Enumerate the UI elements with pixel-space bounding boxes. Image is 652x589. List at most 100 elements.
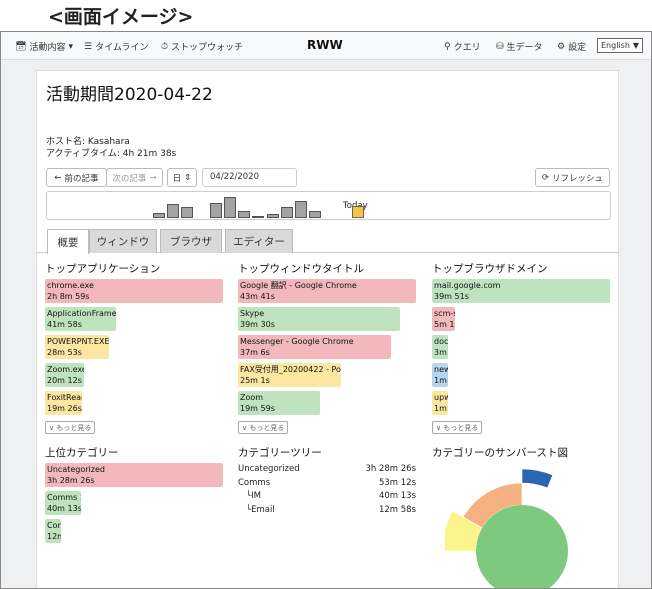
search-icon: ⚲ (444, 41, 451, 52)
tab-overview[interactable]: 概要 (47, 229, 89, 254)
list-item-time: 1m 37s (434, 375, 448, 385)
timeline-bar[interactable] (309, 211, 322, 218)
list-item-name: Google 翻訳 - Google Chrome (240, 281, 357, 290)
list-item-name: Uncategorized (47, 465, 105, 474)
timeline-bar[interactable] (280, 207, 293, 218)
tree-row[interactable]: Uncategorized 3h 28m 26s (238, 464, 416, 474)
sunburst-chart[interactable] (445, 455, 605, 589)
tree-row[interactable]: Comms 53m 12s (238, 478, 416, 488)
timeline-bar[interactable] (181, 207, 194, 218)
nav-timeline[interactable]: ☰ タイムライン (84, 40, 149, 54)
tree-row-name: Comms (238, 477, 271, 488)
list-item[interactable]: Comms > Email12m 58s (45, 519, 61, 543)
nav-stopwatch-label: ストップウォッチ (171, 43, 244, 53)
list-item[interactable]: upwork.com1m 35s (432, 391, 448, 415)
nav-stopwatch[interactable]: ⏱︎ ストップウォッチ (161, 40, 244, 54)
list-item[interactable]: Skype 39m 30s (238, 307, 400, 331)
timeline-bar[interactable] (224, 197, 236, 218)
list-item[interactable]: FAX受付用_20200422 - PowerPoint25m 1s (238, 363, 341, 387)
brand-logo[interactable]: RWW (307, 38, 343, 52)
list-item[interactable]: Uncategorized 3h 28m 26s (45, 463, 223, 487)
timeline-bar[interactable] (209, 203, 222, 218)
list-item[interactable]: FoxitReader.exe19m 26s (45, 391, 82, 415)
list-item-name: Comms > IM (47, 493, 81, 502)
next-button[interactable]: 次の記事 → (106, 168, 163, 187)
more-domains-button[interactable]: ∨ もっと見る (432, 421, 483, 434)
chevron-down-icon: ∨ (436, 424, 442, 432)
tab-editor[interactable]: エディター (225, 229, 293, 253)
browser-frame: 📅︎ 活動内容 ▾ ☰ タイムライン ⏱︎ ストップウォッチ RWW ⚲ クエリ… (0, 31, 652, 589)
list-item-name: POWERPNT.EXE (47, 337, 109, 346)
language-select[interactable]: English ▼ (597, 38, 643, 53)
more-apps-button[interactable]: ∨ もっと見る (45, 421, 96, 434)
section-top-windows: トップウィンドウタイトル (238, 263, 364, 275)
top-nav: 📅︎ 活動内容 ▾ ☰ タイムライン ⏱︎ ストップウォッチ RWW ⚲ クエリ… (1, 32, 651, 60)
nav-query[interactable]: ⚲ クエリ (444, 40, 481, 54)
date-input[interactable]: 04/22/2020 (202, 168, 297, 187)
tab-browser[interactable]: ブラウザ (160, 229, 222, 253)
sort-icon: ⇕ (184, 172, 192, 183)
sunburst-segment-blue[interactable] (521, 468, 554, 489)
nav-timeline-label: タイムライン (95, 43, 149, 53)
timeline-bar[interactable] (266, 214, 279, 218)
list-item-time: 28m 53s (47, 347, 82, 357)
refresh-button-label: リフレッシュ (552, 173, 604, 184)
list-item-name: Comms > Email (47, 521, 61, 530)
nav-activity[interactable]: 📅︎ 活動内容 ▾ (15, 40, 73, 54)
timeline-bar[interactable] (238, 211, 251, 218)
tree-row-time: 3h 28m 26s (365, 464, 416, 474)
list-item-name: FoxitReader.exe (47, 393, 82, 402)
chevron-down-icon: ∨ (242, 424, 248, 432)
more-label: もっと見る (249, 424, 285, 432)
timeline-chart[interactable]: Today (46, 191, 611, 220)
nav-settings[interactable]: ⚙︎ 設定 (557, 40, 587, 54)
more-windows-button[interactable]: ∨ もっと見る (238, 421, 289, 434)
timeline-bar[interactable] (167, 204, 180, 218)
prev-button[interactable]: ← 前の記事 (46, 168, 107, 187)
timeline-bar[interactable] (295, 201, 307, 218)
list-item[interactable]: Google 翻訳 - Google Chrome 43m 41s (238, 279, 416, 303)
list-item-name: Skype (240, 309, 265, 318)
tab-windows[interactable]: ウィンドウ (89, 229, 157, 253)
timeline-bar-today[interactable] (351, 206, 364, 218)
list-item[interactable]: Zoom.exe 20m 12s (45, 363, 84, 387)
list-item[interactable]: Comms > IM40m 13s (45, 491, 81, 515)
list-item[interactable]: Zoom 19m 59s (238, 391, 320, 415)
list-item-name: Zoom (240, 393, 264, 402)
list-item[interactable]: POWERPNT.EXE 28m 53s (45, 335, 109, 359)
section-top-domains: トップブラウザドメイン (432, 263, 548, 275)
tree-row-time: 40m 13s (378, 491, 416, 501)
list-item-name: chrome.exe (47, 281, 94, 290)
list-item[interactable]: scm-stg-admin.blotocol.info5m 19s (432, 307, 455, 331)
list-item-time: 12m 58s (47, 531, 61, 541)
list-item-time: 2h 8m 59s (47, 291, 90, 301)
period-select[interactable]: 日 ⇕ (167, 168, 197, 187)
list-item-name: FAX受付用_20200422 - PowerPoint (240, 365, 341, 374)
refresh-icon: ⟳ (541, 172, 550, 183)
section-category-tree: カテゴリーツリー (238, 447, 322, 459)
nav-raw-data[interactable]: ⛁ 生データ (496, 40, 543, 54)
nav-settings-label: 設定 (568, 43, 587, 53)
list-item[interactable]: ApplicationFrameHost.exe41m 58s (45, 307, 116, 331)
list-item-name: upwork.com (434, 393, 448, 402)
timeline-bar[interactable] (252, 216, 265, 218)
more-label: もっと見る (56, 424, 92, 432)
refresh-button[interactable]: ⟳ リフレッシュ (535, 168, 610, 187)
more-label: もっと見る (443, 424, 479, 432)
list-item-time: 41m 58s (47, 319, 82, 329)
list-item[interactable]: docs.google.com3m 3s (432, 335, 448, 359)
bars-icon: ☰ (84, 41, 93, 52)
list-item[interactable]: Messenger - Google Chrome 37m 6s (238, 335, 391, 359)
chevron-down-icon: ∨ (49, 424, 55, 432)
tree-row[interactable]: └IM 40m 13s (238, 491, 416, 501)
tree-row[interactable]: └Email 12m 58s (238, 505, 416, 515)
list-item[interactable]: mail.google.com 39m 51s (432, 279, 610, 303)
list-item[interactable]: chrome.exe 2h 8m 59s (45, 279, 223, 303)
list-item-time: 5m 19s (434, 319, 455, 329)
next-button-label: 次の記事 (112, 173, 147, 184)
list-item[interactable]: news.abs-cbn.com1m 37s (432, 363, 448, 387)
list-item-name: Zoom.exe (47, 365, 84, 374)
timeline-bar[interactable] (153, 213, 165, 218)
arrow-left-icon: ← (54, 172, 62, 183)
nav-raw-data-label: 生データ (506, 43, 543, 53)
